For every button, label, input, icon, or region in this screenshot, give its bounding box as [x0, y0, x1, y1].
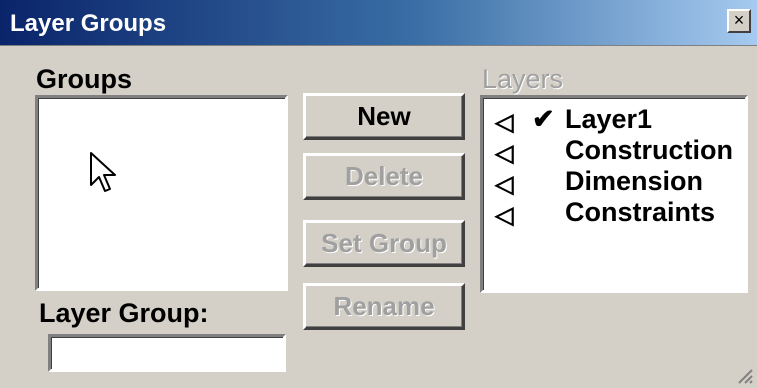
- speaker-icon: ◁: [495, 140, 514, 167]
- close-button[interactable]: ×: [727, 9, 751, 33]
- mouse-pointer-icon: [90, 152, 116, 192]
- layer-item[interactable]: ◁ ✔ Layer1: [483, 104, 743, 138]
- layer-group-label: Layer Group:: [39, 298, 209, 328]
- layer-name: Construction: [565, 135, 733, 165]
- set-group-button[interactable]: Set Group: [303, 220, 465, 267]
- speaker-icon: ◁: [495, 171, 514, 198]
- layer-name: Dimension: [565, 166, 704, 196]
- delete-button[interactable]: Delete: [303, 153, 465, 200]
- rename-button[interactable]: Rename: [303, 283, 465, 330]
- layer-group-input[interactable]: [48, 334, 286, 372]
- layer-item[interactable]: ◁ Dimension: [483, 166, 743, 200]
- layer-item[interactable]: ◁ Constraints: [483, 197, 743, 231]
- speaker-icon: ◁: [495, 202, 514, 229]
- current-check-icon: ✔: [532, 104, 555, 134]
- layer-name: Constraints: [565, 197, 716, 227]
- layers-list[interactable]: ◁ ✔ Layer1 ◁ Construction ◁ Dimension ◁ Constrai…: [480, 95, 748, 293]
- close-icon: ×: [733, 10, 745, 30]
- window-title: Layer Groups: [10, 10, 167, 37]
- groups-list[interactable]: [35, 95, 288, 291]
- new-button[interactable]: New: [303, 93, 465, 140]
- groups-label: Groups: [36, 64, 133, 94]
- layer-item[interactable]: ◁ Construction: [483, 135, 743, 169]
- speaker-icon: ◁: [495, 109, 514, 136]
- layer-name: Layer1: [565, 104, 653, 134]
- resize-grip-icon[interactable]: [735, 366, 753, 384]
- layers-label: Layers: [482, 64, 564, 94]
- title-bar[interactable]: Layer Groups ×: [0, 0, 757, 46]
